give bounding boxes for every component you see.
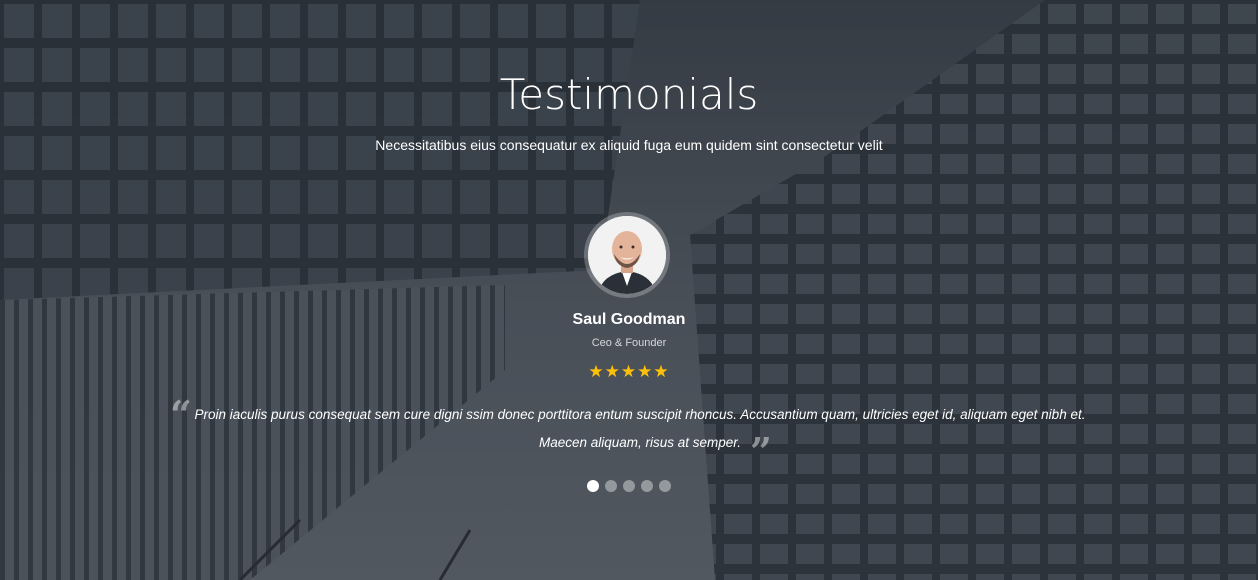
rating-stars: ★★★★★	[588, 362, 670, 381]
carousel-dot[interactable]	[641, 480, 653, 492]
section-title: Testimonials	[499, 70, 759, 119]
carousel-dot[interactable]	[605, 480, 617, 492]
author-name: Saul Goodman	[572, 311, 686, 328]
carousel-pagination	[0, 480, 1258, 492]
quote-right-icon: ”	[750, 429, 772, 474]
avatar-frame	[584, 212, 670, 298]
carousel-dot[interactable]	[623, 480, 635, 492]
carousel-dot[interactable]	[587, 480, 599, 492]
author-role: Ceo & Founder	[591, 337, 667, 349]
carousel-dot[interactable]	[659, 480, 671, 492]
testimonials-section: Testimonials Necessitatibus eius consequ…	[0, 0, 1258, 580]
testimonial-quote: Proin iaculis purus consequat sem cure d…	[194, 407, 1086, 450]
avatar	[588, 216, 666, 294]
person-portrait-icon	[588, 216, 666, 294]
quote-left-icon: “	[170, 392, 192, 437]
testimonials-content: Testimonials Necessitatibus eius consequ…	[0, 0, 1258, 580]
section-subtitle: Necessitatibus eius consequatur ex aliqu…	[375, 137, 883, 153]
